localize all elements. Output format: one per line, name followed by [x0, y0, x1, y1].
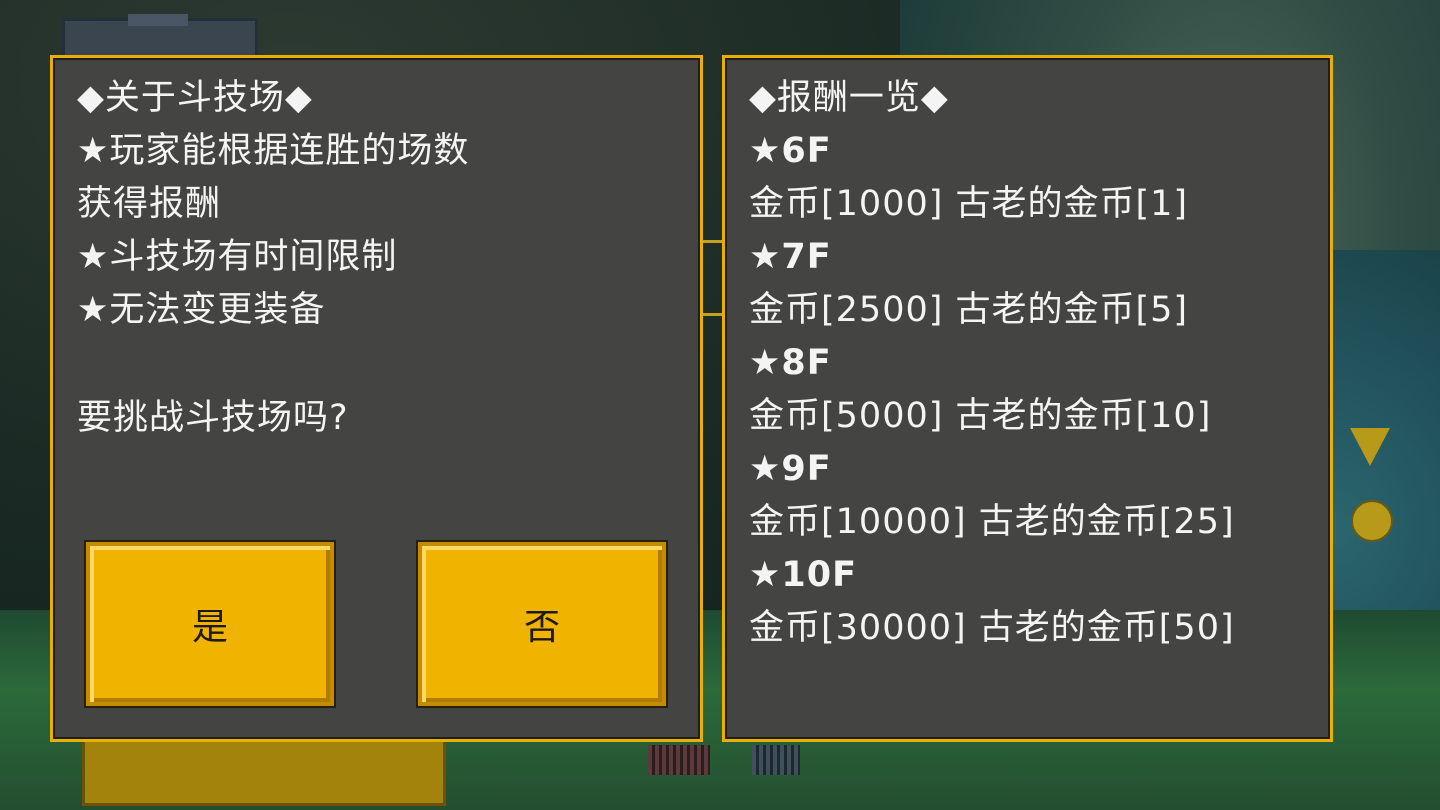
reward-floor-7f: ★7F [749, 237, 832, 277]
arena-rule-winstreak: ★玩家能根据连胜的场数 [77, 131, 470, 171]
map-marker-triangle-icon[interactable] [1350, 428, 1390, 466]
reward-list-dialog: ◆报酬一览◆ ★6F 金币[1000] 古老的金币[1] ★7F 金币[2500… [722, 55, 1333, 742]
map-marker-circle-icon[interactable] [1351, 500, 1393, 542]
reward-floor-10f: ★10F [749, 555, 857, 595]
reward-floor-9f: ★9F [749, 449, 832, 489]
arena-rule-no-equip-change: ★无法变更装备 [77, 290, 326, 330]
arena-challenge-question: 要挑战斗技场吗? [77, 398, 349, 438]
arena-info-title: ◆关于斗技场◆ [77, 78, 313, 118]
yes-button[interactable]: 是 [86, 542, 334, 706]
reward-list-title: ◆报酬一览◆ [749, 78, 949, 118]
fence-decoration [648, 745, 710, 775]
no-button[interactable]: 否 [418, 542, 666, 706]
arena-rule-time-limit: ★斗技场有时间限制 [77, 237, 398, 277]
castle-tower [128, 14, 188, 26]
reward-detail-8f: 金币[5000] 古老的金币[10] [749, 396, 1212, 436]
reward-detail-6f: 金币[1000] 古老的金币[1] [749, 184, 1189, 224]
fence-decoration-2 [752, 745, 800, 775]
reward-floor-6f: ★6F [749, 131, 832, 171]
reward-detail-7f: 金币[2500] 古老的金币[5] [749, 290, 1189, 330]
reward-detail-10f: 金币[30000] 古老的金币[50] [749, 608, 1235, 648]
arena-rule-winstreak-cont: 获得报酬 [77, 184, 222, 224]
reward-floor-8f: ★8F [749, 343, 832, 383]
reward-detail-9f: 金币[10000] 古老的金币[25] [749, 502, 1235, 542]
arena-gate [700, 240, 722, 316]
